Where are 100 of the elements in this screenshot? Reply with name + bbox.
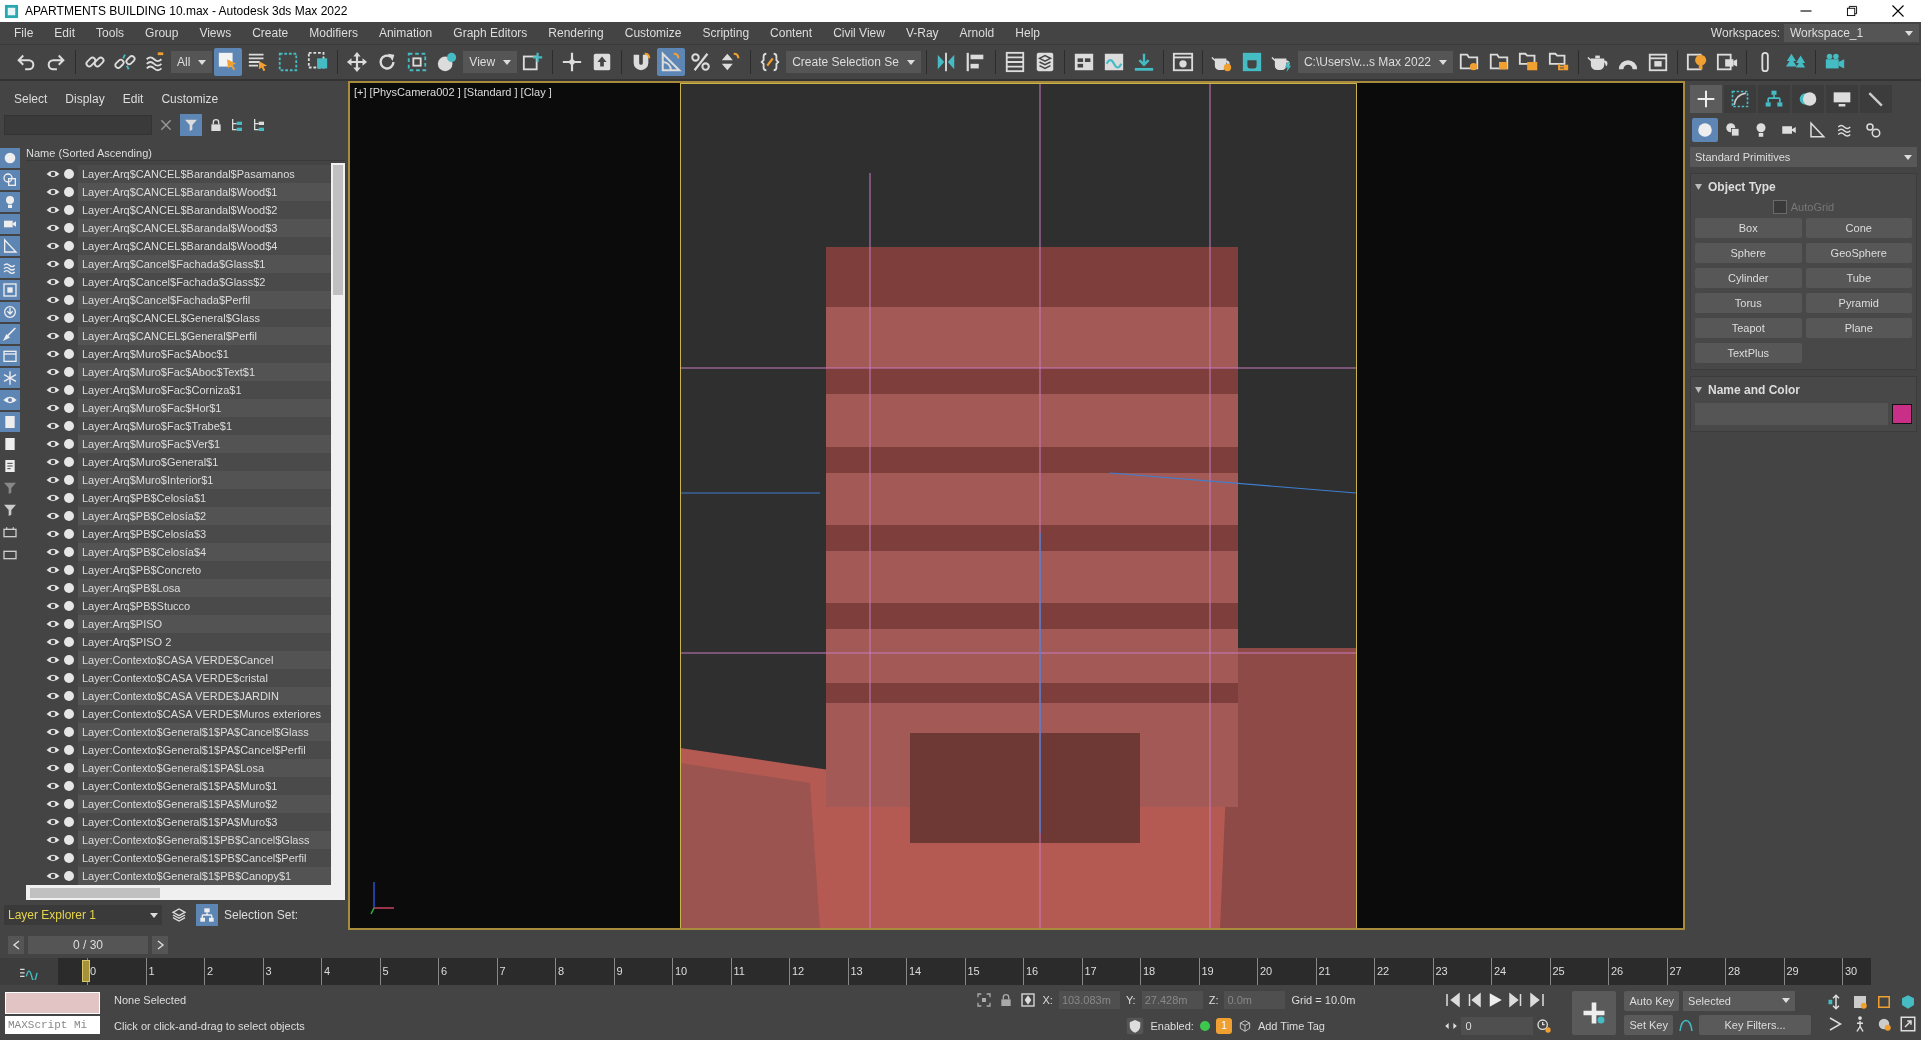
menu-item[interactable]: V-Ray	[897, 26, 952, 40]
auto-key-button[interactable]: Auto Key	[1624, 990, 1680, 1011]
layer-name[interactable]: Layer:Contexto$General$1$PB$Canopy$1	[78, 867, 331, 885]
layer-name[interactable]: Layer:Contexto$General$1$PA$Losa	[78, 759, 331, 777]
tick-label: 19	[1198, 958, 1228, 985]
explorer-menu-item[interactable]: Customize	[153, 92, 229, 106]
layer-name[interactable]: Layer:Contexto$CASA VERDE$Cancel	[78, 651, 331, 669]
layer-name[interactable]: Layer:Arq$Muro$Fac$Aboc$1	[78, 345, 331, 363]
workspace-dropdown[interactable]: Workspace_1	[1784, 24, 1919, 42]
layer-name[interactable]: Layer:Arq$PB$Celosía$4	[78, 543, 331, 561]
layer-name[interactable]: Layer:Arq$Muro$Interior$1	[78, 471, 331, 489]
tick-label: 8	[555, 958, 585, 985]
viewport-label[interactable]: [+] [PhysCamera002 ] [Standard ] [Clay ]	[354, 86, 552, 98]
selection-status: None Selected	[114, 993, 188, 1006]
toolbar-dropdown[interactable]: View	[463, 51, 518, 73]
script-input-field[interactable]: MAXScript Mi	[5, 1015, 100, 1034]
primitive-button[interactable]: Cone	[1805, 218, 1912, 238]
toolbar-dropdown[interactable]: Create Selection Se	[786, 51, 921, 73]
menu-item[interactable]: Help	[1007, 26, 1053, 40]
primitive-button[interactable]: GeoSphere	[1805, 243, 1912, 263]
menu-item[interactable]: Graph Editors	[445, 26, 541, 40]
menu-item[interactable]: Tools	[88, 26, 138, 40]
tick-label: 9	[613, 958, 643, 985]
layer-name[interactable]: Layer:Arq$PB$Celosía$2	[78, 507, 331, 525]
rollout-title[interactable]: Name and Color	[1708, 383, 1800, 397]
layer-name[interactable]: Layer:Arq$CANCEL$Barandal$Wood$2	[78, 201, 331, 219]
key-filters-button[interactable]: Key Filters...	[1699, 1014, 1811, 1035]
explorer-menu-item[interactable]: Select	[6, 92, 58, 106]
menu-item[interactable]: Edit	[46, 26, 89, 40]
layer-name[interactable]: Layer:Arq$CANCEL$Barandal$Pasamanos	[78, 165, 331, 183]
primitive-button[interactable]: Sphere	[1695, 243, 1802, 263]
layer-name[interactable]: Layer:Contexto$General$1$PA$Cancel$Glass	[78, 723, 331, 741]
layer-name[interactable]: Layer:Contexto$CASA VERDE$cristal	[78, 669, 331, 687]
time-tag-link[interactable]: Add Time Tag	[1257, 1019, 1325, 1032]
layer-name[interactable]: Layer:Contexto$General$1$PA$Muro$2	[78, 795, 331, 813]
layer-name[interactable]: Layer:Arq$Muro$Fac$Ver$1	[78, 435, 331, 453]
menu-item[interactable]: Modifiers	[301, 26, 371, 40]
frame-field[interactable]: 0	[1461, 1016, 1534, 1035]
primitive-button[interactable]: Tube	[1805, 268, 1912, 288]
toolbar-dropdown[interactable]: All	[171, 51, 213, 73]
layer-name[interactable]: Layer:Contexto$CASA VERDE$Muros exteriores	[78, 705, 331, 723]
layer-name[interactable]: Layer:Arq$PISO 2	[78, 633, 331, 651]
layer-name[interactable]: Layer:Contexto$CASA VERDE$JARDIN	[78, 687, 331, 705]
primitive-button[interactable]: Cylinder	[1695, 268, 1802, 288]
column-header[interactable]: Name (Sorted Ascending)	[26, 145, 345, 161]
tick-label: 23	[1432, 958, 1462, 985]
frame-counter[interactable]: 0 / 30	[28, 936, 148, 954]
menu-item[interactable]: Civil View	[825, 26, 898, 40]
explorer-menu-item[interactable]: Display	[57, 92, 115, 106]
explorer-dropdown[interactable]: Layer Explorer 1	[4, 905, 162, 925]
key-mode-dropdown[interactable]: Selected	[1683, 990, 1796, 1011]
tick-label: 17	[1081, 958, 1111, 985]
primitive-button[interactable]: Torus	[1695, 293, 1802, 313]
layer-name[interactable]: Layer:Arq$Cancel$Fachada$Glass$1	[78, 255, 331, 273]
layer-name[interactable]: Layer:Arq$PB$Celosía$1	[78, 489, 331, 507]
layer-name[interactable]: Layer:Arq$CANCEL$Barandal$Wood$4	[78, 237, 331, 255]
layer-name[interactable]: Layer:Contexto$General$1$PA$Muro$3	[78, 813, 331, 831]
menu-item[interactable]: Animation	[370, 26, 446, 40]
menu-item[interactable]: Scripting	[694, 26, 763, 40]
layer-name[interactable]: Layer:Arq$Muro$Fac$Aboc$Text$1	[78, 363, 331, 381]
layer-name[interactable]: Layer:Contexto$General$1$PA$Cancel$Perfil	[78, 741, 331, 759]
layer-name[interactable]: Layer:Contexto$General$1$PB$Cancel$Glass	[78, 831, 331, 849]
set-key-mode-button[interactable]: Set Key	[1624, 1014, 1673, 1035]
menu-item[interactable]: Views	[191, 26, 245, 40]
layer-name[interactable]: Layer:Arq$Muro$Fac$Corniza$1	[78, 381, 331, 399]
layer-name[interactable]: Layer:Arq$PB$Stucco	[78, 597, 331, 615]
layer-name[interactable]: Layer:Arq$Muro$Fac$Hor$1	[78, 399, 331, 417]
tick-label: 22	[1374, 958, 1404, 985]
menu-item[interactable]: Customize	[616, 26, 695, 40]
layer-name[interactable]: Layer:Arq$Cancel$Fachada$Perfil	[78, 291, 331, 309]
layer-name[interactable]: Layer:Contexto$General$1$PB$Cancel$Perfil	[78, 849, 331, 867]
menu-item[interactable]: Group	[137, 26, 192, 40]
layer-name[interactable]: Layer:Arq$CANCEL$General$Perfil	[78, 327, 331, 345]
primitive-button[interactable]: Box	[1695, 218, 1802, 238]
coordinate-label: X:	[1042, 993, 1053, 1006]
menu-item[interactable]: Content	[762, 26, 826, 40]
primitive-button[interactable]: Plane	[1805, 318, 1912, 338]
layer-name[interactable]: Layer:Arq$CANCEL$Barandal$Wood$3	[78, 219, 331, 237]
menu-item[interactable]: File	[6, 26, 47, 40]
layer-name[interactable]: Layer:Arq$PB$Concreto	[78, 561, 331, 579]
toolbar-dropdown[interactable]: C:\Users\v...s Max 2022	[1297, 51, 1454, 73]
layer-name[interactable]: Layer:Arq$CANCEL$Barandal$Wood$1	[78, 183, 331, 201]
primitive-button[interactable]: TextPlus	[1695, 343, 1802, 363]
layer-name[interactable]: Layer:Arq$PB$Celosía$3	[78, 525, 331, 543]
layer-name[interactable]: Layer:Arq$PISO	[78, 615, 331, 633]
tick-label: 10	[672, 958, 702, 985]
layer-name[interactable]: Layer:Arq$PB$Losa	[78, 579, 331, 597]
primitive-button[interactable]: Pyramid	[1805, 293, 1912, 313]
menu-item[interactable]: Rendering	[540, 26, 617, 40]
layer-name[interactable]: Layer:Arq$Cancel$Fachada$Glass$2	[78, 273, 331, 291]
layer-name[interactable]: Layer:Contexto$General$1$PA$Muro$1	[78, 777, 331, 795]
layer-name[interactable]: Layer:Arq$Muro$General$1	[78, 453, 331, 471]
layer-name[interactable]: Layer:Arq$CANCEL$General$Glass	[78, 309, 331, 327]
menu-item[interactable]: Arnold	[951, 26, 1008, 40]
primitive-button[interactable]: Teapot	[1695, 318, 1802, 338]
layer-name[interactable]: Layer:Arq$Muro$Fac$Trabe$1	[78, 417, 331, 435]
explorer-menu-item[interactable]: Edit	[114, 92, 154, 106]
menu-item[interactable]: Create	[244, 26, 302, 40]
rollout-title[interactable]: Object Type	[1708, 180, 1776, 194]
primitives-dropdown[interactable]: Standard Primitives	[1690, 147, 1917, 167]
